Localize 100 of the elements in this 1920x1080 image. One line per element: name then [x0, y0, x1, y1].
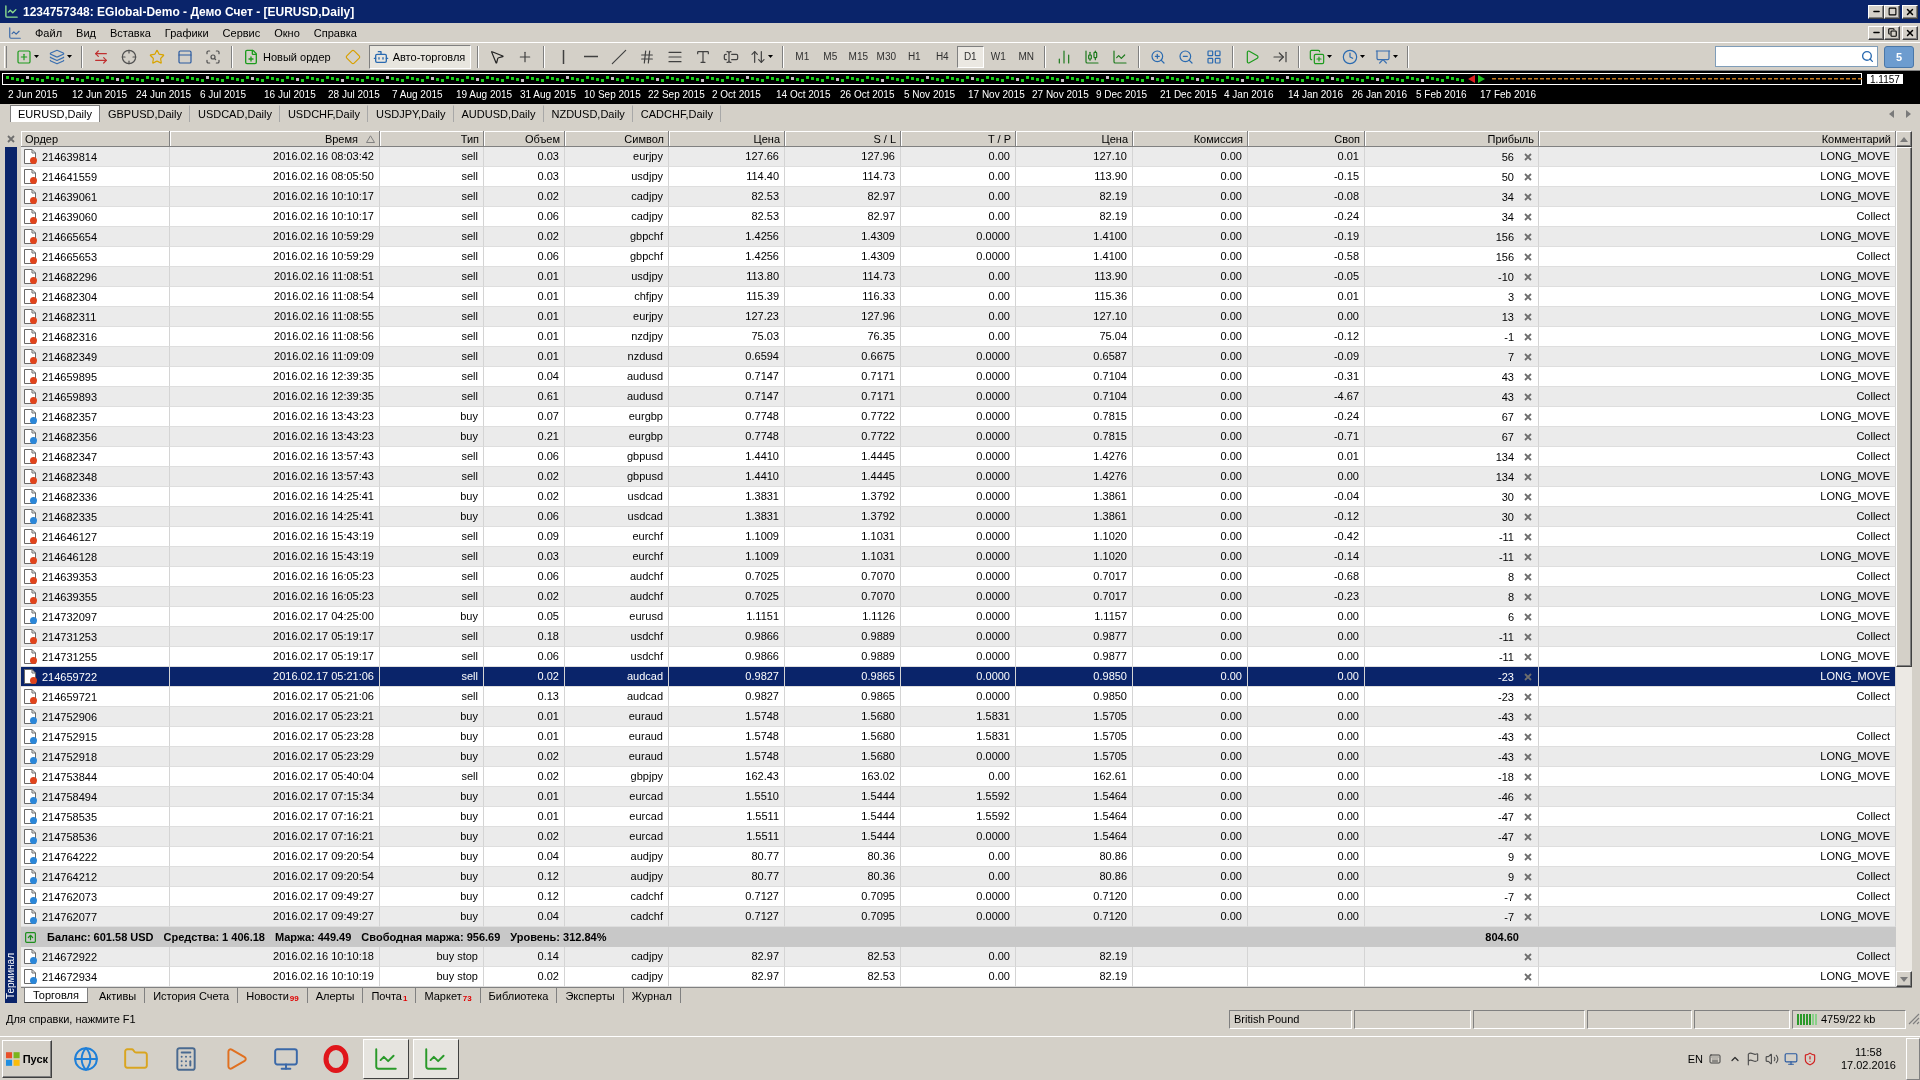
table-row[interactable]: 214639814 2016.02.16 08:03:42 sell 0.03 eurjpy 127.66 127.96 0.00 127.10 0.00 0.01 56 LONG_MOVE	[21, 147, 1896, 167]
table-row[interactable]: 214672934 2016.02.16 10:10:19 buy stop 0.02 cadjpy 82.97 82.53 0.00 82.19 LONG_MOVE	[21, 967, 1896, 987]
chart-tab[interactable]: USDCAD,Daily	[189, 105, 280, 122]
table-row[interactable]: 214639353 2016.02.16 16:05:23 sell 0.06 audchf 0.7025 0.7070 0.0000 0.7017 0.00 -0.68 8 Collect	[21, 567, 1896, 587]
column-header[interactable]: Комментарий	[1539, 131, 1896, 147]
close-icon[interactable]	[1524, 972, 1532, 981]
close-icon[interactable]	[1524, 632, 1532, 641]
close-icon[interactable]	[1524, 272, 1532, 281]
language-indicator[interactable]: EN	[1687, 1052, 1703, 1065]
chart-tab[interactable]: GBPUSD,Daily	[99, 105, 190, 122]
table-row[interactable]: 214732097 2016.02.17 04:25:00 buy 0.05 eurusd 1.1151 1.1126 0.0000 1.1157 0.00 0.00 6 LONG_MOVE	[21, 607, 1896, 627]
close-button[interactable]	[1902, 25, 1918, 40]
timeframe-button[interactable]: H4	[928, 45, 956, 68]
table-row[interactable]: 214682336 2016.02.16 14:25:41 buy 0.02 usdcad 1.3831 1.3792 0.0000 1.3861 0.00 -0.04 30 LONG_MOVE	[21, 487, 1896, 507]
timeframe-button[interactable]: W1	[984, 45, 1012, 68]
table-row[interactable]: 214682311 2016.02.16 11:08:55 sell 0.01 eurjpy 127.23 127.96 0.00 127.10 0.00 0.00 13 LONG_MOVE	[21, 307, 1896, 327]
close-icon[interactable]	[1524, 232, 1532, 241]
table-row[interactable]: 214639060 2016.02.16 10:10:17 sell 0.06 cadjpy 82.53 82.97 0.00 82.19 0.00 -0.24 34 Collect	[21, 207, 1896, 227]
table-row[interactable]: 214682304 2016.02.16 11:08:54 sell 0.01 chfjpy 115.39 116.33 0.00 115.36 0.00 0.01 3 LONG_MOVE	[21, 287, 1896, 307]
close-icon[interactable]	[1524, 732, 1532, 741]
table-row[interactable]: 214758494 2016.02.17 07:15:34 buy 0.01 eurcad 1.5510 1.5444 1.5592 1.5464 0.00 0.00 -46	[21, 787, 1896, 807]
autotrading-button[interactable]: Авто-торговля	[368, 44, 472, 69]
table-row[interactable]: 214764212 2016.02.17 09:20:54 buy 0.12 audjpy 80.77 80.36 0.00 80.86 0.00 0.00 9 Collect	[21, 867, 1896, 887]
close-icon[interactable]	[1524, 792, 1532, 801]
column-header[interactable]: Своп	[1248, 131, 1365, 147]
table-row[interactable]: 214659721 2016.02.17 05:21:06 sell 0.13 audcad 0.9827 0.9865 0.0000 0.9850 0.00 0.00 -23 Collect	[21, 687, 1896, 707]
table-row[interactable]: 214752918 2016.02.17 05:23:29 buy 0.02 euraud 1.5748 1.5680 0.0000 1.5705 0.00 0.00 -43 LONG_MOVE	[21, 747, 1896, 767]
table-row[interactable]: 214762077 2016.02.17 09:49:27 buy 0.04 cadchf 0.7127 0.7095 0.0000 0.7120 0.00 0.00 -7 LONG_MOVE	[21, 907, 1896, 927]
column-header[interactable]: Объем	[484, 131, 565, 147]
table-row[interactable]: 214682347 2016.02.16 13:57:43 sell 0.06 gbpusd 1.4410 1.4445 0.0000 1.4276 0.00 0.01 134 Collect	[21, 447, 1896, 467]
table-row[interactable]: 214752906 2016.02.17 05:23:21 buy 0.01 euraud 1.5748 1.5680 1.5831 1.5705 0.00 0.00 -43	[21, 707, 1896, 727]
table-row[interactable]: 214682356 2016.02.16 13:43:23 buy 0.21 eurgbp 0.7748 0.7722 0.0000 0.7815 0.00 -0.71 67 Collect	[21, 427, 1896, 447]
chart-tab[interactable]: AUDUSD,Daily	[453, 105, 544, 122]
column-header[interactable]: Символ	[565, 131, 669, 147]
timeframe-button[interactable]: M15	[844, 45, 872, 68]
table-row[interactable]: 214646127 2016.02.16 15:43:19 sell 0.09 eurchf 1.1009 1.1031 0.0000 1.1020 0.00 -0.42 -11 Collect	[21, 527, 1896, 547]
table-row[interactable]: 214762073 2016.02.17 09:49:27 buy 0.12 cadchf 0.7127 0.7095 0.0000 0.7120 0.00 0.00 -7 Collect	[21, 887, 1896, 907]
timeframe-button[interactable]: M30	[872, 45, 900, 68]
table-row[interactable]: 214665654 2016.02.16 10:59:29 sell 0.02 gbpchf 1.4256 1.4309 0.0000 1.4100 0.00 -0.19 156 LONG_MOVE	[21, 227, 1896, 247]
table-row[interactable]: 214659895 2016.02.16 12:39:35 sell 0.04 audusd 0.7147 0.7171 0.0000 0.7104 0.00 -0.31 43 LONG_MOVE	[21, 367, 1896, 387]
close-icon[interactable]	[1524, 612, 1532, 621]
terminal-tab[interactable]: Библиотека	[480, 988, 558, 1003]
taskbar-button[interactable]	[413, 1038, 459, 1079]
menu-item[interactable]: Окно	[267, 26, 307, 39]
close-icon[interactable]	[1524, 532, 1532, 541]
close-icon[interactable]	[1524, 872, 1532, 881]
close-icon[interactable]	[1524, 492, 1532, 501]
resize-grip-icon[interactable]	[1908, 1013, 1920, 1025]
table-row[interactable]: 214682316 2016.02.16 11:08:56 sell 0.01 nzdjpy 75.03 76.35 0.00 75.04 0.00 -0.12 -1 LONG_MOVE	[21, 327, 1896, 347]
table-row[interactable]: 214659893 2016.02.16 12:39:35 sell 0.61 audusd 0.7147 0.7171 0.0000 0.7104 0.00 -4.67 43 Collect	[21, 387, 1896, 407]
close-icon[interactable]	[1524, 912, 1532, 921]
chart-tab[interactable]: EURUSD,Daily	[10, 105, 100, 122]
column-header[interactable]: Цена	[1016, 131, 1133, 147]
close-icon[interactable]	[1524, 472, 1532, 481]
flag-icon[interactable]	[1745, 1051, 1760, 1066]
close-icon[interactable]	[1524, 352, 1532, 361]
table-row[interactable]: 214731253 2016.02.17 05:19:17 sell 0.18 usdchf 0.9866 0.9889 0.0000 0.9877 0.00 0.00 -11 Collect	[21, 627, 1896, 647]
close-icon[interactable]	[1524, 692, 1532, 701]
close-icon[interactable]	[1524, 172, 1532, 181]
table-row[interactable]: 214659722 2016.02.17 05:21:06 sell 0.02 audcad 0.9827 0.9865 0.0000 0.9850 0.00 0.00 -23 LONG_MOVE	[21, 667, 1896, 687]
column-header[interactable]: Ордер	[21, 131, 170, 147]
close-icon[interactable]	[1524, 712, 1532, 721]
close-icon[interactable]	[1524, 952, 1532, 961]
table-row[interactable]: 214752915 2016.02.17 05:23:28 buy 0.01 euraud 1.5748 1.5680 1.5831 1.5705 0.00 0.00 -43 Collect	[21, 727, 1896, 747]
minimize-button[interactable]	[1868, 25, 1884, 40]
new-order-button[interactable]: Новый ордер	[239, 44, 337, 69]
table-row[interactable]: 214682357 2016.02.16 13:43:23 buy 0.07 eurgbp 0.7748 0.7722 0.0000 0.7815 0.00 -0.24 67 LONG_MOVE	[21, 407, 1896, 427]
column-header[interactable]: Прибыль	[1365, 131, 1539, 147]
minimize-button[interactable]	[1868, 4, 1884, 19]
close-icon[interactable]	[1524, 312, 1532, 321]
close-icon[interactable]	[1524, 572, 1532, 581]
terminal-tab[interactable]: Журнал	[623, 988, 681, 1003]
close-icon[interactable]	[1524, 192, 1532, 201]
keyboard-icon[interactable]	[1708, 1052, 1721, 1065]
taskbar-button[interactable]	[363, 1038, 409, 1079]
timeframe-button[interactable]: M5	[816, 45, 844, 68]
table-row[interactable]: 214672922 2016.02.16 10:10:18 buy stop 0.14 cadjpy 82.97 82.53 0.00 82.19 Collect	[21, 947, 1896, 967]
column-header[interactable]: T / P	[901, 131, 1016, 147]
close-icon[interactable]	[1524, 292, 1532, 301]
timeframe-button[interactable]: H1	[900, 45, 928, 68]
scrollbar-thumb[interactable]	[1896, 147, 1912, 667]
terminal-tab[interactable]: Эксперты	[557, 988, 624, 1003]
terminal-tab[interactable]: Торговля	[24, 988, 88, 1003]
close-icon[interactable]	[1524, 812, 1532, 821]
close-icon[interactable]	[1524, 412, 1532, 421]
menu-item[interactable]: Вставка	[102, 26, 158, 39]
menu-item[interactable]: Вид	[69, 26, 103, 39]
monitor-icon[interactable]	[1783, 1051, 1798, 1066]
close-icon[interactable]	[1524, 772, 1532, 781]
scroll-down-button[interactable]	[1896, 971, 1912, 987]
menu-item[interactable]: Справка	[306, 26, 364, 39]
column-header[interactable]: Тип	[380, 131, 484, 147]
table-row[interactable]: 214682349 2016.02.16 11:09:09 sell 0.01 nzdusd 0.6594 0.6675 0.0000 0.6587 0.00 -0.09 7 LONG_MOVE	[21, 347, 1896, 367]
close-icon[interactable]	[1524, 152, 1532, 161]
show-desktop-button[interactable]	[1906, 1037, 1920, 1080]
chart-tab[interactable]: CADCHF,Daily	[632, 105, 721, 122]
menu-item[interactable]: Графики	[157, 26, 216, 39]
table-row[interactable]: 214665653 2016.02.16 10:59:29 sell 0.06 gbpchf 1.4256 1.4309 0.0000 1.4100 0.00 -0.58 156 Collect	[21, 247, 1896, 267]
table-row[interactable]: 214682296 2016.02.16 11:08:51 sell 0.01 usdjpy 113.80 114.73 0.00 113.90 0.00 -0.05 -10 LONG_MOVE	[21, 267, 1896, 287]
close-icon[interactable]	[1524, 652, 1532, 661]
